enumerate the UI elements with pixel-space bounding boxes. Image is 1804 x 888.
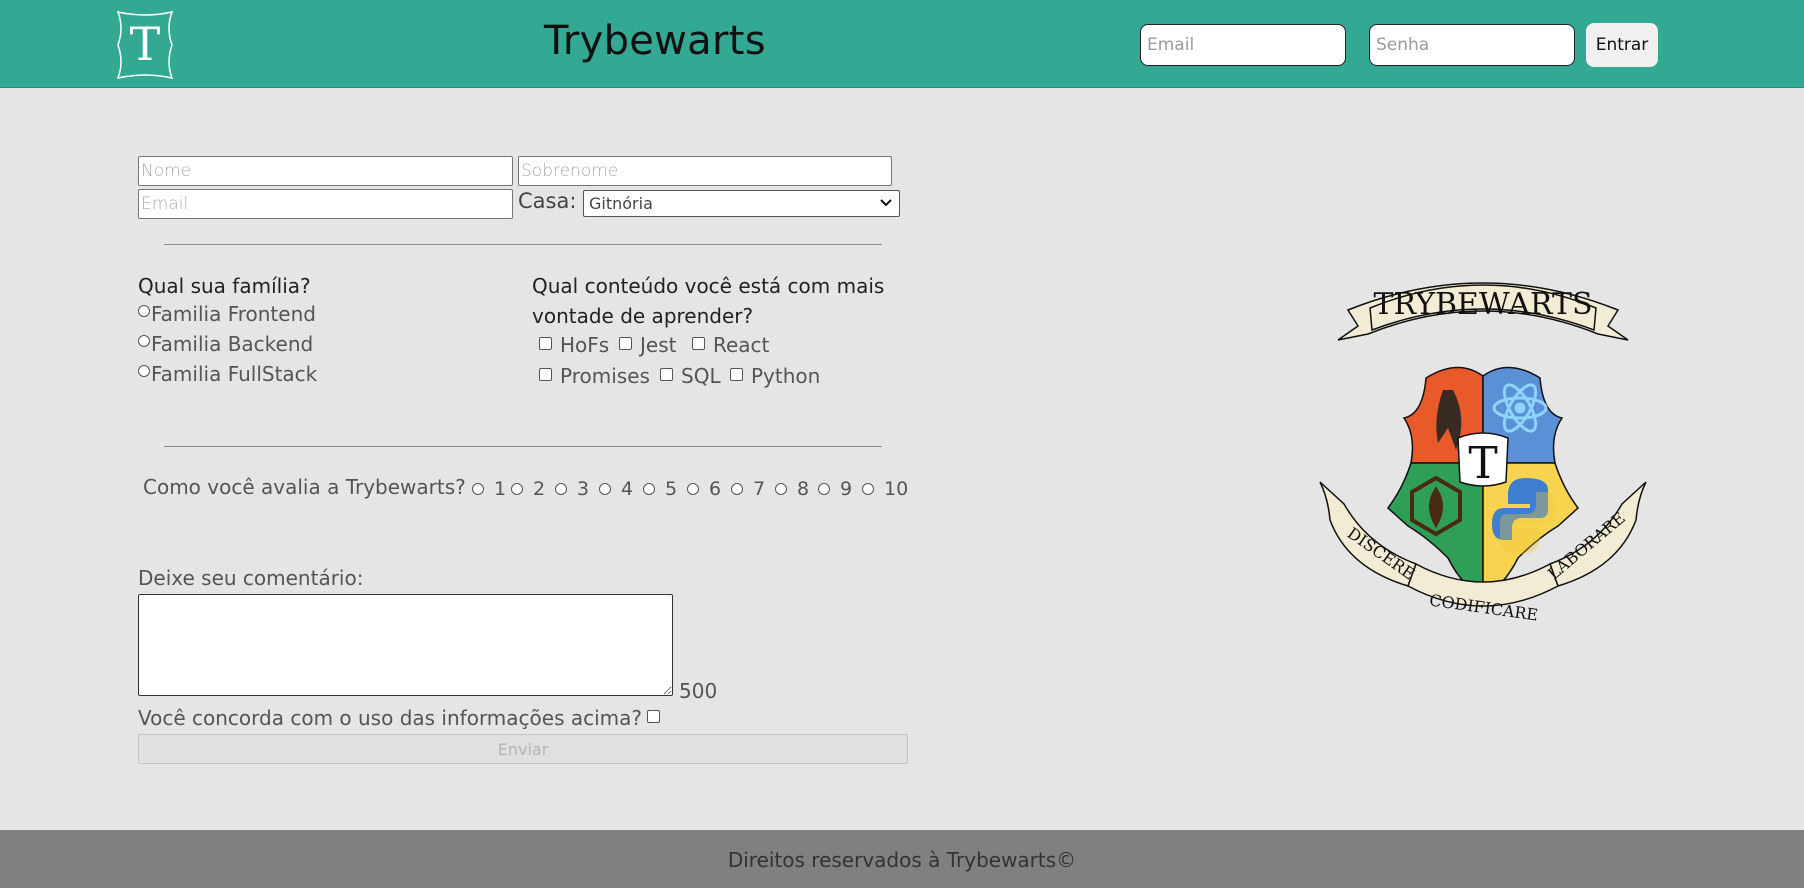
last-name-input[interactable]	[518, 156, 892, 186]
rating-option-label: 10	[884, 478, 909, 500]
rating-option-5[interactable]: 5	[643, 478, 677, 500]
content-option-label: React	[713, 333, 770, 357]
rating-option-8[interactable]: 8	[775, 478, 809, 500]
rating-option-3[interactable]: 3	[555, 478, 589, 500]
family-option-label: Familia Backend	[151, 332, 314, 356]
rating-option-label: 1	[494, 478, 507, 500]
checkbox[interactable]	[539, 336, 552, 350]
content-option-react[interactable]: React	[692, 333, 769, 357]
chevron-down-icon	[879, 193, 893, 217]
comment-textarea[interactable]	[138, 594, 673, 696]
rating-option-label: 8	[797, 478, 810, 500]
rating-option-4[interactable]: 4	[599, 478, 633, 500]
radio-button[interactable]	[862, 483, 874, 495]
radio-button[interactable]	[555, 483, 567, 495]
rating-question: Como você avalia a Trybewarts?	[143, 475, 466, 499]
checkbox[interactable]	[730, 367, 743, 381]
family-option-fullstack[interactable]: Familia FullStack	[138, 362, 317, 386]
content-option-python[interactable]: Python	[730, 364, 820, 388]
content-option-promises[interactable]: Promises	[539, 364, 650, 388]
rating-option-label: 3	[577, 478, 590, 500]
agreement-label: Você concorda com o uso das informações …	[138, 706, 643, 730]
agreement-checkbox[interactable]	[647, 709, 661, 723]
crest-center-letter: T	[1468, 438, 1497, 489]
login-email-input[interactable]	[1140, 24, 1346, 66]
house-label: Casa:	[518, 189, 577, 213]
radio-button[interactable]	[687, 483, 699, 495]
rating-option-1[interactable]: 1	[472, 478, 506, 500]
comment-label: Deixe seu comentário:	[138, 566, 364, 590]
trybewarts-crest: TRYBEWARTS T DISCERE CODIFICARE LABORARE	[1308, 268, 1658, 648]
footer-text: Direitos reservados à Trybewarts©	[727, 848, 1077, 872]
radio-button[interactable]	[511, 483, 523, 495]
login-button[interactable]: Entrar	[1586, 23, 1658, 67]
rating-option-label: 2	[533, 478, 546, 500]
radio-button[interactable]	[643, 483, 655, 495]
radio-button[interactable]	[599, 483, 611, 495]
site-footer: Direitos reservados à Trybewarts©	[0, 830, 1804, 888]
house-select[interactable]: Gitnória	[583, 190, 900, 217]
first-name-input[interactable]	[138, 156, 513, 186]
family-option-label: Familia FullStack	[151, 362, 318, 386]
content-option-label: HoFs	[560, 333, 610, 357]
rating-option-label: 7	[753, 478, 766, 500]
content-option-sql[interactable]: SQL	[660, 364, 721, 388]
rating-option-2[interactable]: 2	[511, 478, 545, 500]
login-password-input[interactable]	[1369, 24, 1575, 66]
content-question: Qual conteúdo você está com mais vontade…	[532, 274, 885, 328]
content-option-hofs[interactable]: HoFs	[539, 333, 609, 357]
radio-button[interactable]	[775, 483, 787, 495]
divider	[164, 244, 882, 245]
submit-button[interactable]: Enviar	[138, 734, 908, 764]
email-input[interactable]	[138, 189, 513, 219]
checkbox[interactable]	[539, 367, 552, 381]
content-option-label: Jest	[640, 333, 677, 357]
content-option-label: Promises	[560, 364, 650, 388]
checkbox[interactable]	[692, 336, 705, 350]
rating-option-label: 4	[621, 478, 634, 500]
radio-button[interactable]	[472, 483, 484, 495]
content-option-jest[interactable]: Jest	[619, 333, 676, 357]
divider	[164, 446, 882, 447]
crest-banner-text: TRYBEWARTS	[1373, 287, 1592, 322]
rating-option-9[interactable]: 9	[818, 478, 852, 500]
trybewarts-logo: T	[108, 8, 182, 82]
family-option-frontend[interactable]: Familia Frontend	[138, 302, 316, 326]
char-counter: 500	[679, 679, 718, 703]
svg-text:T: T	[130, 17, 161, 71]
rating-option-6[interactable]: 6	[687, 478, 721, 500]
rating-option-label: 6	[709, 478, 722, 500]
site-title: Trybewarts	[544, 18, 766, 64]
rating-option-label: 9	[840, 478, 853, 500]
agreement-option[interactable]: Você concorda com o uso das informações …	[138, 706, 661, 730]
content-option-label: SQL	[681, 364, 721, 388]
family-question: Qual sua família?	[138, 274, 311, 298]
radio-button[interactable]	[818, 483, 830, 495]
radio-button[interactable]	[138, 335, 150, 347]
family-option-backend[interactable]: Familia Backend	[138, 332, 313, 356]
checkbox[interactable]	[619, 336, 632, 350]
rating-option-label: 5	[665, 478, 678, 500]
radio-button[interactable]	[138, 365, 150, 377]
content-option-label: Python	[751, 364, 821, 388]
family-option-label: Familia Frontend	[151, 302, 316, 326]
rating-option-7[interactable]: 7	[731, 478, 765, 500]
radio-button[interactable]	[731, 483, 743, 495]
checkbox[interactable]	[660, 367, 673, 381]
rating-option-10[interactable]: 10	[862, 478, 908, 500]
radio-button[interactable]	[138, 305, 150, 317]
site-header: T Trybewarts Entrar	[0, 0, 1804, 88]
house-select-value: Gitnória	[589, 194, 653, 213]
